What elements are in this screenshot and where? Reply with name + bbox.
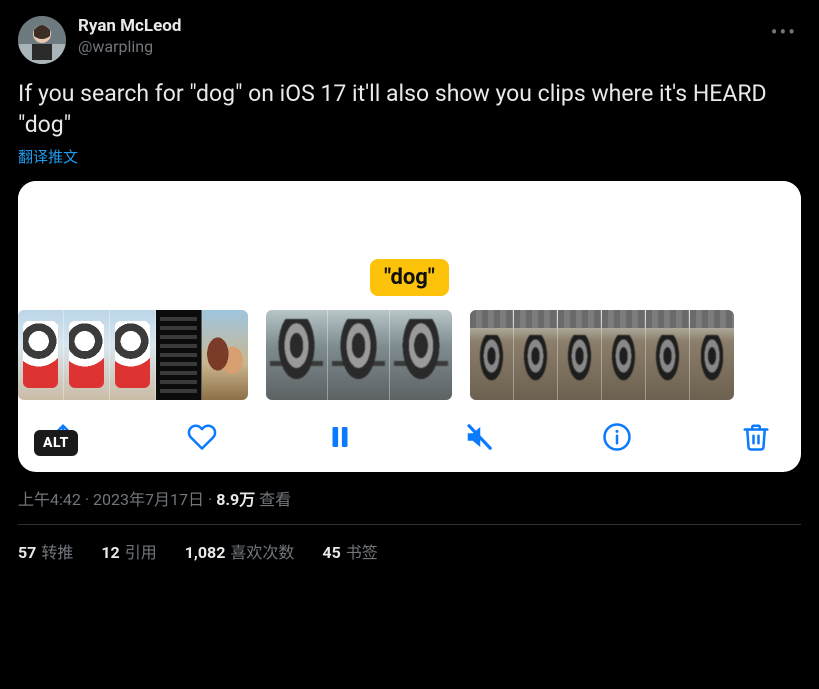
tweet-container: Ryan McLeod @warpling ••• If you search … bbox=[0, 0, 819, 563]
alt-badge[interactable]: ALT bbox=[34, 430, 78, 456]
clip-frame bbox=[110, 310, 156, 400]
clip-frame bbox=[156, 310, 202, 400]
avatar[interactable] bbox=[18, 16, 66, 64]
quotes-label: 引用 bbox=[125, 543, 157, 562]
media-whitespace bbox=[18, 181, 801, 259]
bookmarks-stat[interactable]: 45 书签 bbox=[322, 539, 377, 563]
likes-label: 喜欢次数 bbox=[230, 543, 294, 562]
more-icon[interactable]: ••• bbox=[767, 16, 801, 48]
clip-frame bbox=[470, 310, 514, 400]
translate-link[interactable]: 翻译推文 bbox=[18, 146, 78, 167]
clip-frame bbox=[328, 310, 390, 400]
clip-frame bbox=[64, 310, 110, 400]
retweets-label: 转推 bbox=[41, 543, 73, 562]
search-term-row: "dog" bbox=[18, 259, 801, 296]
bookmarks-count: 45 bbox=[322, 543, 340, 562]
likes-count: 1,082 bbox=[185, 543, 226, 562]
user-handle[interactable]: @warpling bbox=[78, 37, 755, 56]
clip-frame bbox=[646, 310, 690, 400]
trash-icon[interactable] bbox=[741, 422, 771, 452]
clip-frame bbox=[266, 310, 328, 400]
video-clip-2[interactable] bbox=[266, 310, 452, 400]
tweet-date[interactable]: 2023年7月17日 bbox=[93, 490, 204, 509]
views-count[interactable]: 8.9万 bbox=[216, 490, 255, 509]
likes-stat[interactable]: 1,082喜欢次数 bbox=[185, 539, 295, 563]
filmstrip[interactable] bbox=[18, 310, 801, 400]
retweets-count: 57 bbox=[18, 543, 36, 562]
video-clip-1[interactable] bbox=[18, 310, 248, 400]
clip-frame bbox=[558, 310, 602, 400]
search-term-badge: "dog" bbox=[370, 259, 449, 296]
tweet-time[interactable]: 上午4:42 bbox=[18, 490, 81, 509]
clip-frame bbox=[690, 310, 734, 400]
video-clip-3[interactable] bbox=[470, 310, 734, 400]
info-icon[interactable] bbox=[602, 422, 632, 452]
quotes-count: 12 bbox=[101, 543, 119, 562]
bookmarks-label: 书签 bbox=[346, 543, 378, 562]
clip-frame bbox=[202, 310, 248, 400]
tweet-meta: 上午4:42·2023年7月17日·8.9万 查看 bbox=[18, 486, 801, 525]
avatar-image bbox=[18, 16, 66, 64]
clip-frame bbox=[18, 310, 64, 400]
clip-frame bbox=[390, 310, 452, 400]
heart-icon[interactable] bbox=[187, 422, 217, 452]
clip-frame bbox=[602, 310, 646, 400]
mute-icon[interactable] bbox=[464, 422, 494, 452]
tweet-stats: 57 转推 12 引用 1,082喜欢次数 45 书签 bbox=[18, 525, 801, 563]
user-info: Ryan McLeod @warpling bbox=[78, 16, 755, 56]
clip-frame bbox=[514, 310, 558, 400]
quotes-stat[interactable]: 12 引用 bbox=[101, 539, 156, 563]
tweet-text: If you search for "dog" on iOS 17 it'll … bbox=[18, 78, 801, 140]
tweet-header: Ryan McLeod @warpling ••• bbox=[18, 16, 801, 64]
views-label: 查看 bbox=[259, 490, 291, 509]
pause-icon[interactable] bbox=[325, 422, 355, 452]
retweets-stat[interactable]: 57 转推 bbox=[18, 539, 73, 563]
media-card[interactable]: "dog" bbox=[18, 181, 801, 472]
media-toolbar bbox=[18, 400, 801, 458]
display-name[interactable]: Ryan McLeod bbox=[78, 16, 755, 36]
